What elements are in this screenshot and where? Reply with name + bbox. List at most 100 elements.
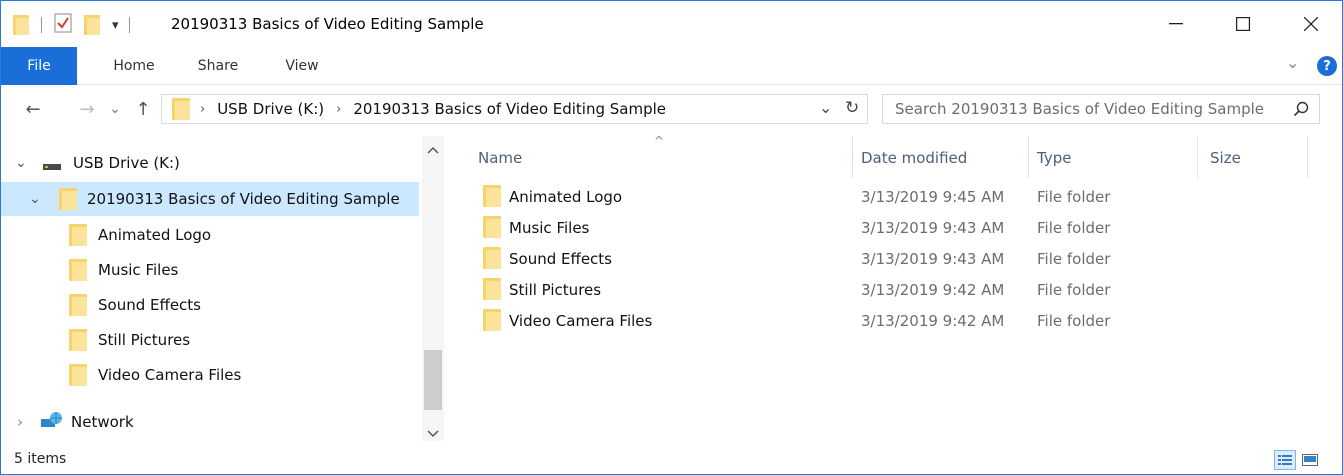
search-input[interactable]: Search 20190313 Basics of Video Editing … — [895, 100, 1264, 118]
column-header-date-modified[interactable]: Date modified — [861, 142, 967, 174]
toolbar-separator — [128, 17, 130, 33]
tab-home[interactable]: Home — [97, 47, 171, 85]
tree-item-label: Video Camera Files — [98, 366, 242, 384]
navigation-scrollbar[interactable] — [422, 136, 444, 441]
expand-chevron-icon[interactable]: ⌄ — [29, 191, 49, 207]
collapse-chevron-icon[interactable]: › — [17, 413, 37, 431]
column-header-name[interactable]: Name — [478, 142, 522, 174]
folder-icon — [172, 98, 190, 120]
breadcrumb-chevron-icon[interactable]: › — [336, 102, 341, 117]
maximize-button[interactable] — [1220, 1, 1266, 47]
back-button[interactable]: ← — [21, 97, 45, 121]
file-name: Sound Effects — [509, 249, 612, 268]
item-count: 5 items — [14, 451, 67, 467]
folder-icon — [483, 185, 501, 211]
quick-access-dropdown[interactable]: ▾ — [112, 18, 119, 33]
scroll-down-icon[interactable] — [427, 426, 439, 442]
usb-drive-icon — [43, 157, 61, 170]
window-title: 20190313 Basics of Video Editing Sample — [171, 15, 484, 33]
help-icon-glyph: ? — [1323, 58, 1331, 74]
new-folder-icon[interactable] — [84, 15, 100, 35]
folder-icon — [69, 224, 87, 246]
minimize-button[interactable] — [1153, 1, 1199, 47]
breadcrumb-chevron-icon[interactable]: › — [200, 102, 205, 117]
forward-button[interactable]: → — [75, 97, 99, 121]
title-bar: ▾ 20190313 Basics of Video Editing Sampl… — [1, 1, 1342, 47]
column-divider[interactable] — [1307, 136, 1308, 178]
file-type: File folder — [1037, 249, 1111, 268]
folder-icon — [59, 188, 77, 210]
scroll-up-icon[interactable] — [427, 142, 439, 158]
scroll-thumb[interactable] — [424, 350, 442, 410]
breadcrumb-usb-drive[interactable]: USB Drive (K:) — [217, 100, 324, 118]
tree-item-label: Music Files — [98, 261, 179, 279]
file-type: File folder — [1037, 187, 1111, 206]
quick-access-toolbar: ▾ — [13, 13, 130, 37]
expand-chevron-icon[interactable]: ⌄ — [15, 155, 35, 171]
column-divider[interactable] — [1197, 136, 1198, 178]
large-icons-view-button[interactable] — [1299, 450, 1321, 470]
search-icon[interactable] — [1293, 101, 1309, 121]
file-date: 3/13/2019 9:42 AM — [861, 311, 1005, 330]
recent-locations-button[interactable]: ⌄ — [103, 97, 127, 121]
navigation-bar: ← → ⌄ ↑ › USB Drive (K:) › 20190313 Basi… — [1, 85, 1342, 132]
search-box[interactable]: Search 20190313 Basics of Video Editing … — [882, 94, 1320, 124]
sort-ascending-icon: ^ — [654, 134, 665, 148]
breadcrumb-current-folder[interactable]: 20190313 Basics of Video Editing Sample — [353, 100, 666, 118]
column-divider[interactable] — [1028, 136, 1029, 178]
folder-icon — [483, 216, 501, 242]
tree-item-current-folder[interactable]: ⌄ 20190313 Basics of Video Editing Sampl… — [1, 182, 419, 216]
column-header-size[interactable]: Size — [1210, 142, 1241, 174]
status-bar: 5 items — [1, 446, 1342, 474]
folder-icon — [483, 309, 501, 335]
file-row[interactable]: Music Files 3/13/2019 9:43 AM File folde… — [447, 212, 1342, 243]
help-icon[interactable]: ? — [1317, 56, 1337, 76]
file-date: 3/13/2019 9:43 AM — [861, 249, 1005, 268]
folder-icon — [69, 329, 87, 351]
navigation-pane: ⌄ USB Drive (K:) ⌄ 20190313 Basics of Vi… — [1, 132, 441, 446]
tree-item-music-files[interactable]: Music Files — [69, 253, 178, 287]
file-type: File folder — [1037, 311, 1111, 330]
file-name: Still Pictures — [509, 280, 602, 299]
tree-item-still-pictures[interactable]: Still Pictures — [69, 323, 190, 357]
column-divider[interactable] — [852, 136, 853, 178]
tree-item-sound-effects[interactable]: Sound Effects — [69, 288, 201, 322]
network-icon — [41, 411, 63, 433]
folder-icon — [69, 259, 87, 281]
tree-item-video-camera-files[interactable]: Video Camera Files — [69, 358, 241, 392]
folder-icon — [69, 294, 87, 316]
tree-item-label: Sound Effects — [98, 296, 201, 314]
tree-item-label: Still Pictures — [98, 331, 191, 349]
column-header-type[interactable]: Type — [1037, 142, 1071, 174]
folder-icon — [483, 247, 501, 273]
close-button[interactable] — [1288, 1, 1334, 47]
tree-item-label: Network — [71, 413, 134, 431]
explorer-window: ▾ 20190313 Basics of Video Editing Sampl… — [0, 0, 1343, 475]
file-date: 3/13/2019 9:42 AM — [861, 280, 1005, 299]
tab-file[interactable]: File — [1, 47, 77, 85]
file-row[interactable]: Still Pictures 3/13/2019 9:42 AM File fo… — [447, 274, 1342, 305]
tree-item-label: 20190313 Basics of Video Editing Sample — [87, 190, 400, 208]
folder-icon[interactable] — [13, 15, 29, 35]
details-view-button[interactable] — [1274, 450, 1296, 470]
tree-item-label: Animated Logo — [98, 226, 212, 244]
file-date: 3/13/2019 9:43 AM — [861, 218, 1005, 237]
file-row[interactable]: Sound Effects 3/13/2019 9:43 AM File fol… — [447, 243, 1342, 274]
tree-item-usb-drive[interactable]: ⌄ USB Drive (K:) — [1, 146, 421, 180]
file-list: ^ Name Date modified Type Size Animated … — [447, 132, 1342, 446]
file-row[interactable]: Video Camera Files 3/13/2019 9:42 AM Fil… — [447, 305, 1342, 336]
tree-item-animated-logo[interactable]: Animated Logo — [69, 218, 211, 252]
folder-icon — [69, 364, 87, 386]
tab-view[interactable]: View — [265, 47, 339, 85]
file-row[interactable]: Animated Logo 3/13/2019 9:45 AM File fol… — [447, 181, 1342, 212]
ribbon-expand-chevron-icon[interactable]: ⌄ — [1286, 53, 1299, 72]
folder-icon — [483, 278, 501, 304]
refresh-icon[interactable]: ↻ — [845, 98, 859, 118]
address-dropdown-icon[interactable]: ⌄ — [819, 98, 832, 117]
tree-item-label: USB Drive (K:) — [73, 154, 180, 172]
address-bar[interactable]: › USB Drive (K:) › 20190313 Basics of Vi… — [161, 94, 868, 124]
up-button[interactable]: ↑ — [131, 97, 155, 121]
properties-icon[interactable] — [54, 13, 72, 37]
tab-share[interactable]: Share — [181, 47, 255, 85]
tree-item-network[interactable]: › Network — [1, 405, 421, 439]
